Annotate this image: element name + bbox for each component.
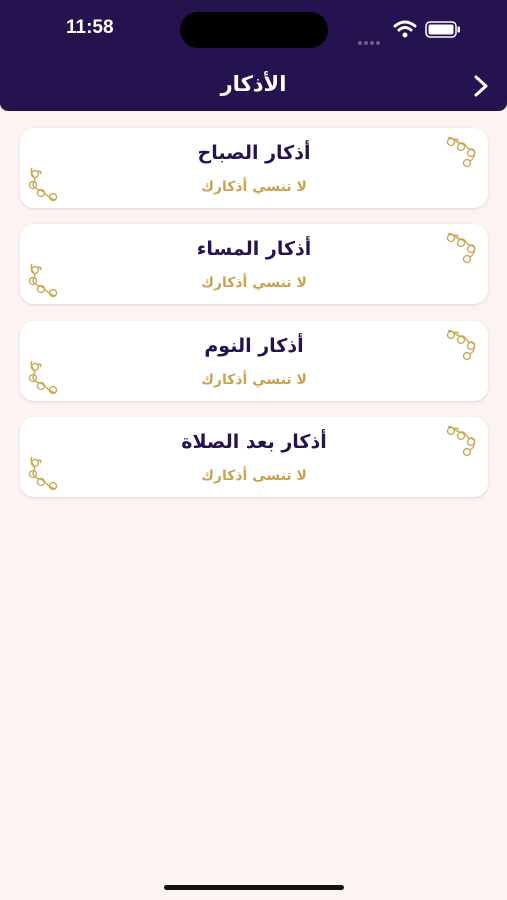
card-subtitle: لا تنسي أذكارك bbox=[201, 372, 307, 388]
page-title: الأذكار bbox=[220, 72, 287, 96]
app-header: 11:58 الأذكار bbox=[0, 0, 507, 111]
card-subtitle: لا تنسي أذكارك bbox=[201, 275, 307, 291]
card-subtitle: لا تنسي أذكارك bbox=[201, 179, 307, 195]
azkar-card-after-prayer[interactable]: أذكار بعد الصلاة لا تنسى أذكارك bbox=[20, 417, 488, 497]
card-title: أذكار بعد الصلاة bbox=[181, 431, 327, 453]
home-indicator[interactable] bbox=[164, 885, 344, 890]
wifi-icon bbox=[393, 20, 417, 38]
azkar-card-sleep[interactable]: أذكار النوم لا تنسي أذكارك bbox=[20, 321, 488, 401]
cellular-signal-icon bbox=[358, 30, 382, 49]
card-title: أذكار المساء bbox=[196, 238, 312, 260]
azkar-card-morning[interactable]: أذكار الصباح لا تنسي أذكارك bbox=[20, 128, 488, 208]
battery-icon bbox=[425, 21, 460, 38]
card-title: أذكار النوم bbox=[204, 335, 304, 357]
back-button[interactable] bbox=[465, 70, 497, 102]
card-subtitle: لا تنسى أذكارك bbox=[201, 468, 307, 484]
dynamic-island bbox=[180, 12, 328, 48]
azkar-card-evening[interactable]: أذكار المساء لا تنسي أذكارك bbox=[20, 224, 488, 304]
chevron-right-icon bbox=[474, 75, 488, 97]
status-time: 11:58 bbox=[66, 17, 114, 38]
card-title: أذكار الصباح bbox=[197, 142, 311, 164]
